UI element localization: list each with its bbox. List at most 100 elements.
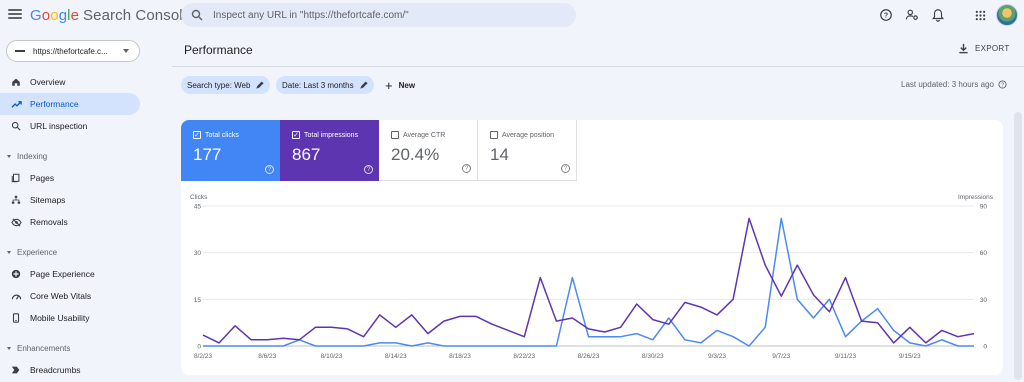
home-icon <box>10 76 22 88</box>
right-tick-label: 30 <box>980 297 988 304</box>
right-tick-label: 0 <box>983 344 987 351</box>
help-icon[interactable]: ? <box>265 165 274 174</box>
left-tick-label: 45 <box>194 204 202 211</box>
section-header-enhancements[interactable]: Enhancements <box>0 340 140 356</box>
metric-value: 20.4% <box>391 145 440 164</box>
x-tick-label: 8/6/23 <box>258 353 276 360</box>
section-title: Indexing <box>17 151 48 161</box>
x-tick-label: 9/11/23 <box>835 353 857 360</box>
last-updated-status: Last updated: 3 hours ago ? <box>901 80 1007 89</box>
help-icon[interactable]: ? <box>878 7 894 23</box>
sidebar-item-removals[interactable]: Removals <box>0 211 140 233</box>
phone-icon <box>10 312 22 324</box>
metric-card-total-clicks[interactable]: ✓ Total clicks 177 ? <box>181 120 280 181</box>
divider <box>172 66 1024 67</box>
sidebar-item-mobile-usability[interactable]: Mobile Usability <box>0 307 140 329</box>
sidebar-item-label: Performance <box>30 99 79 109</box>
sidebar-item-pages[interactable]: Pages <box>0 167 140 189</box>
sidebar-item-sitemaps[interactable]: Sitemaps <box>0 189 140 211</box>
sidebar-item-label: Mobile Usability <box>30 313 90 323</box>
sidebar-item-core-web-vitals[interactable]: Core Web Vitals <box>0 285 140 307</box>
pages-icon <box>10 172 22 184</box>
property-selector[interactable]: https://thefortcafe.c... <box>6 40 140 62</box>
metric-value: 867 <box>292 145 321 164</box>
export-label: EXPORT <box>975 44 1010 53</box>
date-filter-chip[interactable]: Date: Last 3 months <box>276 76 374 94</box>
x-tick-label: 8/2/23 <box>194 353 212 360</box>
edit-icon <box>256 80 265 89</box>
left-tick-label: 0 <box>197 344 201 351</box>
x-tick-label: 9/3/23 <box>708 353 726 360</box>
breadcrumbs-icon <box>10 364 22 376</box>
right-tick-label: 90 <box>980 204 988 211</box>
menu-icon[interactable] <box>8 7 22 21</box>
metric-label: Total impressions <box>304 131 359 139</box>
search-icon <box>10 120 22 132</box>
metric-label: Average CTR <box>403 131 446 139</box>
trending-up-icon <box>10 98 22 110</box>
checkbox-checked-icon[interactable]: ✓ <box>193 131 201 139</box>
sidebar-item-label: Page Experience <box>30 269 95 279</box>
google-search-console-logo[interactable]: Google Search Console <box>30 7 191 24</box>
sidebar-item-label: Removals <box>30 217 68 227</box>
metric-card-total-impressions[interactable]: ✓ Total impressions 867 ? <box>280 120 379 181</box>
svg-text:?: ? <box>884 13 888 20</box>
section-header-indexing[interactable]: Indexing <box>0 148 140 164</box>
chevron-down-icon <box>123 49 129 53</box>
new-filter-button[interactable]: + New <box>385 76 415 94</box>
url-inspect-search-bar[interactable] <box>181 3 576 27</box>
sidebar-item-breadcrumbs[interactable]: Breadcrumbs <box>0 359 140 381</box>
metric-card-average-position[interactable]: Average position 14 ? <box>478 120 577 181</box>
scrollbar[interactable] <box>1014 112 1022 380</box>
section-title: Experience <box>17 247 58 257</box>
page-title: Performance <box>184 43 253 57</box>
x-tick-label: 8/30/23 <box>642 353 664 360</box>
x-tick-label: 9/15/23 <box>899 353 921 360</box>
plus-icon: + <box>385 77 393 93</box>
help-icon[interactable]: ? <box>998 80 1007 89</box>
help-icon[interactable]: ? <box>561 164 570 173</box>
left-axis-title: Clicks <box>190 194 208 201</box>
help-icon[interactable]: ? <box>364 165 373 174</box>
metric-label: Average position <box>502 131 555 139</box>
avatar[interactable] <box>996 4 1018 26</box>
chevron-down-icon <box>7 346 11 350</box>
sidebar-item-label: Core Web Vitals <box>30 291 92 301</box>
metric-label: Total clicks <box>205 131 239 139</box>
top-app-bar: GoogleSearch Console ? <box>0 0 1024 30</box>
metric-value: 14 <box>490 145 509 164</box>
performance-line-chart[interactable]: Clicks Impressions 0 15 30 45 0 30 60 90 8/2/23 8/6… <box>181 182 1003 375</box>
x-tick-label: 8/10/23 <box>321 353 343 360</box>
download-icon <box>959 43 968 54</box>
sidebar-item-label: Breadcrumbs <box>30 365 81 375</box>
sidebar-item-page-experience[interactable]: Page Experience <box>0 263 140 285</box>
metric-card-average-ctr[interactable]: Average CTR 20.4% ? <box>379 120 478 181</box>
svg-text:?: ? <box>1001 83 1004 89</box>
speed-icon <box>10 290 22 302</box>
sidebar-item-label: URL inspection <box>30 121 88 131</box>
sidebar-item-overview[interactable]: Overview <box>0 71 140 93</box>
checkbox-checked-icon[interactable]: ✓ <box>292 131 300 139</box>
checkbox-unchecked-icon[interactable] <box>391 131 399 139</box>
notifications-icon[interactable] <box>930 7 946 23</box>
edit-icon <box>359 80 368 89</box>
removals-icon <box>10 216 22 228</box>
apps-grid-icon[interactable] <box>972 7 988 23</box>
checkbox-unchecked-icon[interactable] <box>490 131 498 139</box>
sidebar-item-performance[interactable]: Performance <box>0 93 140 115</box>
export-button[interactable]: EXPORT <box>958 43 1010 54</box>
section-title: Enhancements <box>17 343 71 353</box>
search-type-filter-chip[interactable]: Search type: Web <box>181 76 271 94</box>
right-axis-title: Impressions <box>958 194 994 201</box>
sidebar-item-label: Pages <box>30 173 55 183</box>
x-tick-label: 9/7/23 <box>772 353 790 360</box>
section-header-experience[interactable]: Experience <box>0 244 140 260</box>
left-tick-label: 30 <box>194 250 202 257</box>
new-filter-label: New <box>398 80 416 90</box>
manage-users-icon[interactable] <box>904 7 920 23</box>
url-inspect-input[interactable] <box>213 9 553 21</box>
help-icon[interactable]: ? <box>462 164 471 173</box>
sidebar-item-url-inspection[interactable]: URL inspection <box>0 115 140 137</box>
x-tick-label: 8/22/23 <box>513 353 535 360</box>
performance-card: ✓ Total clicks 177 ? ✓ Total impressions 8… <box>181 120 1003 375</box>
